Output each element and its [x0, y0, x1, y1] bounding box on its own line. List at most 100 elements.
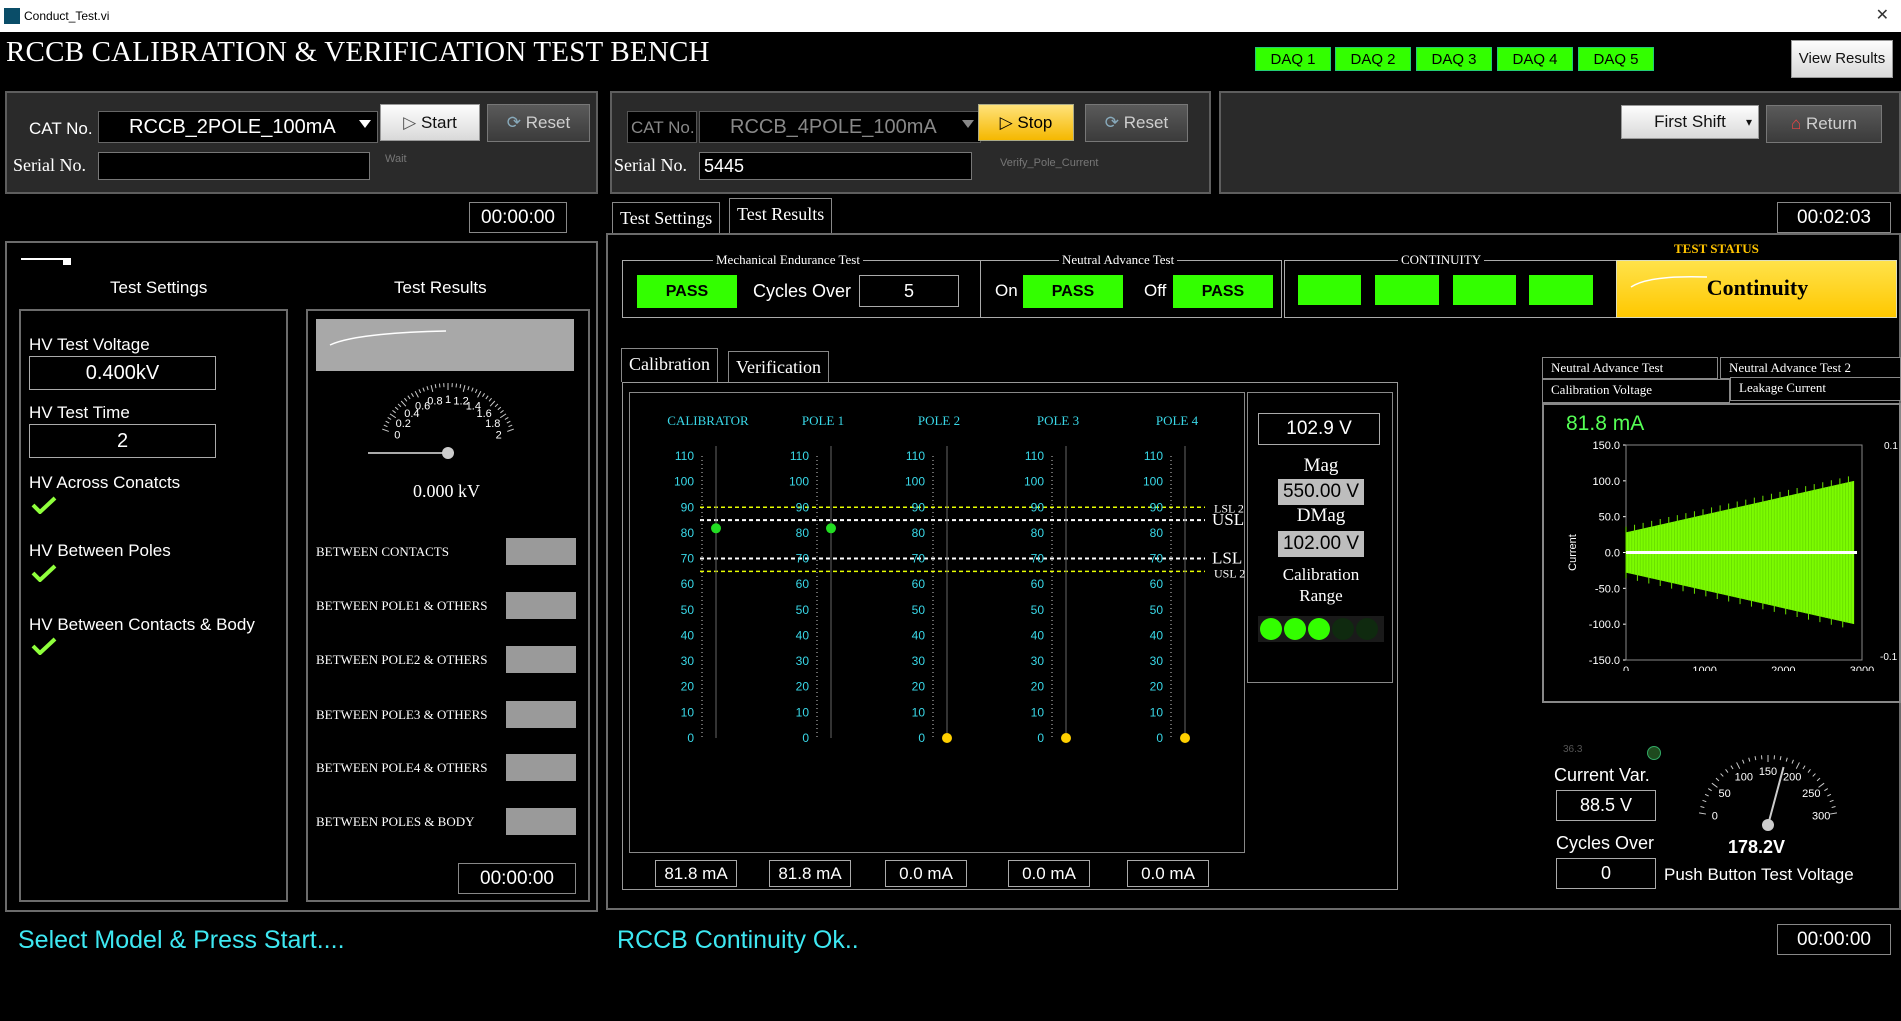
gauge-tick-label: 150: [1759, 766, 1777, 778]
hv-result-label: BETWEEN POLE4 & OTHERS: [316, 760, 488, 775]
gauge-tick: [1829, 799, 1834, 803]
scale-tick-label: 80: [1150, 526, 1164, 540]
gauge-tick: [1730, 765, 1734, 770]
right-status-small: Verify_Pole_Current: [1000, 157, 1099, 169]
scale-tick-label: 40: [912, 628, 926, 642]
check-icon: [31, 496, 57, 514]
gauge-tick-label: 1.8: [485, 418, 500, 430]
calibration-area: LSL 2 USL LSL USL 2 CALIBRATOR 110 100 90 80 70 60…: [622, 382, 1398, 890]
right-cat-number-select[interactable]: RCCB_4POLE_100mA: [699, 111, 981, 143]
reset-label: Reset: [525, 113, 571, 132]
scale-tick-label: 40: [681, 628, 695, 642]
scale-tick-label: 60: [1150, 577, 1164, 591]
tab-calibration-voltage[interactable]: Calibration Voltage: [1542, 379, 1730, 403]
scale-tick-label: 80: [912, 526, 926, 540]
push-gauge-label: Push Button Test Voltage: [1664, 865, 1854, 884]
scale-tick-label: 10: [912, 705, 926, 719]
column-reading: 81.8 mA: [769, 860, 851, 887]
tab-calibration[interactable]: Calibration: [621, 348, 718, 382]
status-right: RCCB Continuity Ok..: [617, 926, 859, 954]
tab-test-results[interactable]: Test Results: [729, 198, 833, 233]
continuity-ind-1: [1298, 275, 1361, 305]
gauge-tick: [474, 389, 478, 394]
gauge-tick: [485, 395, 489, 400]
tab-leakage-current[interactable]: Leakage Current: [1730, 377, 1901, 401]
tab-test-settings[interactable]: Test Settings: [612, 202, 721, 235]
shift-select[interactable]: First Shift ▾: [1621, 105, 1759, 139]
gauge-tick: [394, 406, 399, 411]
waveform-box: 81.8 mA 150.0 100.0 50.0 0.0 -50.0 -100.0 -150…: [1542, 403, 1901, 703]
gauge-hub: [442, 447, 454, 459]
gauge-tick: [392, 409, 396, 414]
wave-xtick: 1000: [1692, 665, 1716, 671]
start-button[interactable]: ▷ Start: [380, 104, 480, 141]
gauge-tick: [506, 420, 511, 424]
hv-voltage-field[interactable]: 0.400kV: [29, 356, 216, 390]
scale-tick-label: 70: [796, 552, 810, 566]
scale-tick-label: 40: [1150, 628, 1164, 642]
test-settings-title: Test Settings: [110, 278, 208, 297]
tab-neutral-advance-2[interactable]: Neutral Advance Test 2: [1720, 357, 1901, 379]
gauge-tick: [1742, 759, 1745, 764]
left-station-panel: CAT No. RCCB_2POLE_100mA ▷ Start ⟳ Reset…: [5, 91, 598, 194]
gauge-tick: [1748, 757, 1751, 762]
scale-tick-label: 60: [796, 577, 810, 591]
right-serial-number-input[interactable]: 5445: [699, 152, 972, 180]
tab-verification[interactable]: Verification: [728, 351, 829, 382]
gauge-tick: [1818, 782, 1825, 788]
hv-time-field[interactable]: 2: [29, 424, 216, 458]
left-reset-button[interactable]: ⟳ Reset: [487, 104, 590, 142]
view-results-button[interactable]: View Results: [1791, 40, 1893, 78]
gauge-tick-label: 50: [1719, 788, 1731, 800]
return-button[interactable]: ⌂ Return: [1766, 105, 1882, 143]
cat-number-select[interactable]: RCCB_2POLE_100mA: [98, 111, 378, 143]
gauge-tick-label: 0: [1712, 811, 1718, 823]
calibration-voltage: 102.9 V: [1258, 413, 1380, 445]
scale-tick-label: 90: [1150, 500, 1164, 514]
daq-4-indicator: DAQ 4: [1497, 47, 1573, 71]
test-settings-box: HV Test Voltage 0.400kV HV Test Time 2 H…: [19, 309, 288, 902]
scale-tick-label: 100: [674, 475, 694, 489]
column-title: CALIBRATOR: [667, 413, 749, 428]
right-reset-button[interactable]: ⟳ Reset: [1085, 104, 1188, 142]
gauge-tick: [1829, 812, 1838, 815]
serial-number-input[interactable]: [98, 152, 370, 180]
window-titlebar: Conduct_Test.vi ✕: [0, 0, 1901, 32]
gauge-tick: [1807, 769, 1811, 773]
gauge-tick: [1704, 793, 1709, 797]
range-label-1: Calibration: [1282, 565, 1360, 584]
refresh-icon: ⟳: [506, 113, 526, 132]
scale-tick-label: 30: [1150, 654, 1164, 668]
start-label: Start: [420, 113, 457, 132]
scale-tick-label: 80: [681, 526, 695, 540]
gauge-tick: [508, 424, 513, 428]
scale-tick-label: 100: [1024, 475, 1044, 489]
gauge-tick: [1700, 806, 1705, 809]
wave-xtick: 3000: [1850, 665, 1874, 671]
hv-result-indicator: [506, 646, 576, 673]
hv-result-label: BETWEEN POLE3 & OTHERS: [316, 707, 488, 722]
calibration-side-panel: 102.9 V Mag 550.00 V DMag 102.00 V Calib…: [1247, 392, 1393, 683]
scale-tick-label: 90: [796, 500, 810, 514]
test-status-title: TEST STATUS: [1674, 241, 1759, 256]
stop-button[interactable]: ▷ Stop: [978, 104, 1074, 141]
scale-tick-label: 10: [796, 705, 810, 719]
gauge-tick: [1754, 756, 1757, 761]
hv-result-indicator: [506, 754, 576, 781]
close-icon[interactable]: ✕: [1876, 5, 1889, 25]
tab-neutral-advance[interactable]: Neutral Advance Test: [1542, 357, 1718, 379]
neutral-title: Neutral Advance Test: [1059, 252, 1178, 268]
decor-bar: [21, 258, 71, 265]
gauge-tick-label: 200: [1783, 772, 1801, 784]
mech-title: Mechanical Endurance Test: [713, 252, 863, 268]
column-title: POLE 2: [918, 413, 960, 428]
scale-tick-label: 100: [1143, 475, 1163, 489]
result-graph: [316, 319, 574, 371]
right-main-panel: Mechanical Endurance Test PASS Cycles Ov…: [606, 233, 1901, 910]
right-cat-number-value: RCCB_4POLE_100mA: [730, 116, 937, 138]
gauge-tick: [410, 393, 414, 397]
scale-tick-label: 50: [912, 603, 926, 617]
hv-time-label: HV Test Time: [29, 403, 130, 422]
scale-tick-label: 50: [1031, 603, 1045, 617]
gauge-tick: [489, 400, 496, 407]
